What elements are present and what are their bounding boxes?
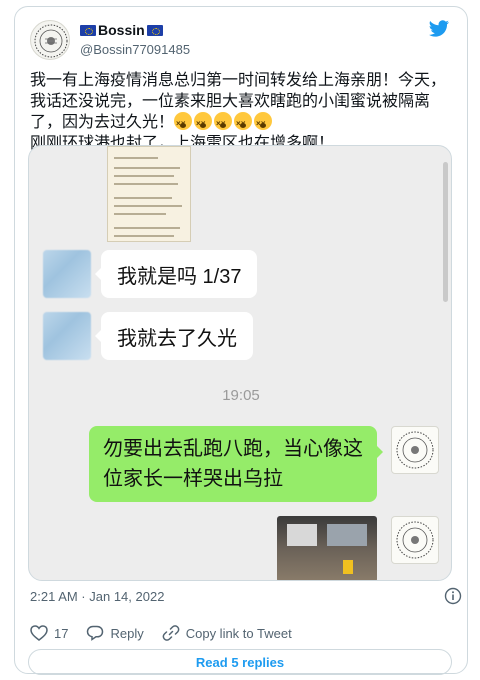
- like-count: 17: [54, 625, 69, 641]
- dizzy-face-emoji-icon: [234, 112, 253, 134]
- eu-flag-icon: [146, 24, 163, 36]
- reply-label: Reply: [110, 625, 144, 641]
- copy-link-button[interactable]: Copy link to Tweet: [162, 624, 292, 642]
- copy-link-label: Copy link to Tweet: [185, 625, 292, 641]
- twitter-bird-icon[interactable]: [428, 20, 450, 38]
- blurred-avatar: [43, 312, 91, 360]
- seal-avatar: [391, 426, 439, 474]
- eu-flag-icon: [80, 24, 96, 36]
- emoji-group: [174, 112, 274, 134]
- tweet-header: Bossin @Bossin77091485: [30, 18, 450, 62]
- tweet-text: 我一有上海疫情消息总归第一时间转发给上海亲朋！今天，我话还没说完，一位素来胆大喜…: [30, 70, 454, 154]
- blurred-avatar: [43, 250, 91, 298]
- chat-bubble-received: 我就去了久光: [95, 312, 253, 360]
- display-name[interactable]: Bossin: [98, 22, 145, 38]
- like-button[interactable]: 17: [30, 625, 68, 641]
- chat-message-row: 我就是吗 1/37: [43, 250, 258, 298]
- dizzy-face-emoji-icon: [194, 112, 213, 134]
- media-scrollbar: [443, 162, 448, 302]
- link-icon: [162, 625, 180, 641]
- dizzy-face-emoji-icon: [174, 112, 193, 134]
- seal-avatar: [391, 516, 439, 564]
- dizzy-face-emoji-icon: [254, 112, 273, 134]
- tweet-timestamp[interactable]: 2:21 AM · Jan 14, 2022: [30, 589, 164, 604]
- chat-message-row: 我就去了久光: [43, 312, 253, 360]
- dizzy-face-emoji-icon: [214, 112, 233, 134]
- tweet-media-image[interactable]: 我就是吗 1/37 我就去了久光 19:05 勿要出去乱跑八跑，当心像这位家长一…: [28, 145, 452, 581]
- document-screenshot-thumbnail: [107, 146, 191, 242]
- avatar[interactable]: [30, 20, 70, 60]
- read-replies-button[interactable]: Read 5 replies: [28, 649, 452, 675]
- heart-icon: [30, 625, 48, 641]
- chat-timestamp: 19:05: [222, 387, 260, 404]
- reply-button[interactable]: Reply: [86, 625, 144, 641]
- display-name-row[interactable]: Bossin: [80, 22, 163, 38]
- chat-bubble-sent: 勿要出去乱跑八跑，当心像这位家长一样哭出乌拉: [89, 426, 383, 502]
- mall-photo-thumbnail: [277, 516, 377, 580]
- info-icon[interactable]: [444, 587, 462, 605]
- chat-bubble-received: 我就是吗 1/37: [94, 250, 258, 298]
- reply-bubble-icon: [87, 625, 104, 641]
- user-handle[interactable]: @Bossin77091485: [80, 42, 190, 57]
- tweet-actions: 17 Reply Copy link to Tweet: [30, 623, 310, 643]
